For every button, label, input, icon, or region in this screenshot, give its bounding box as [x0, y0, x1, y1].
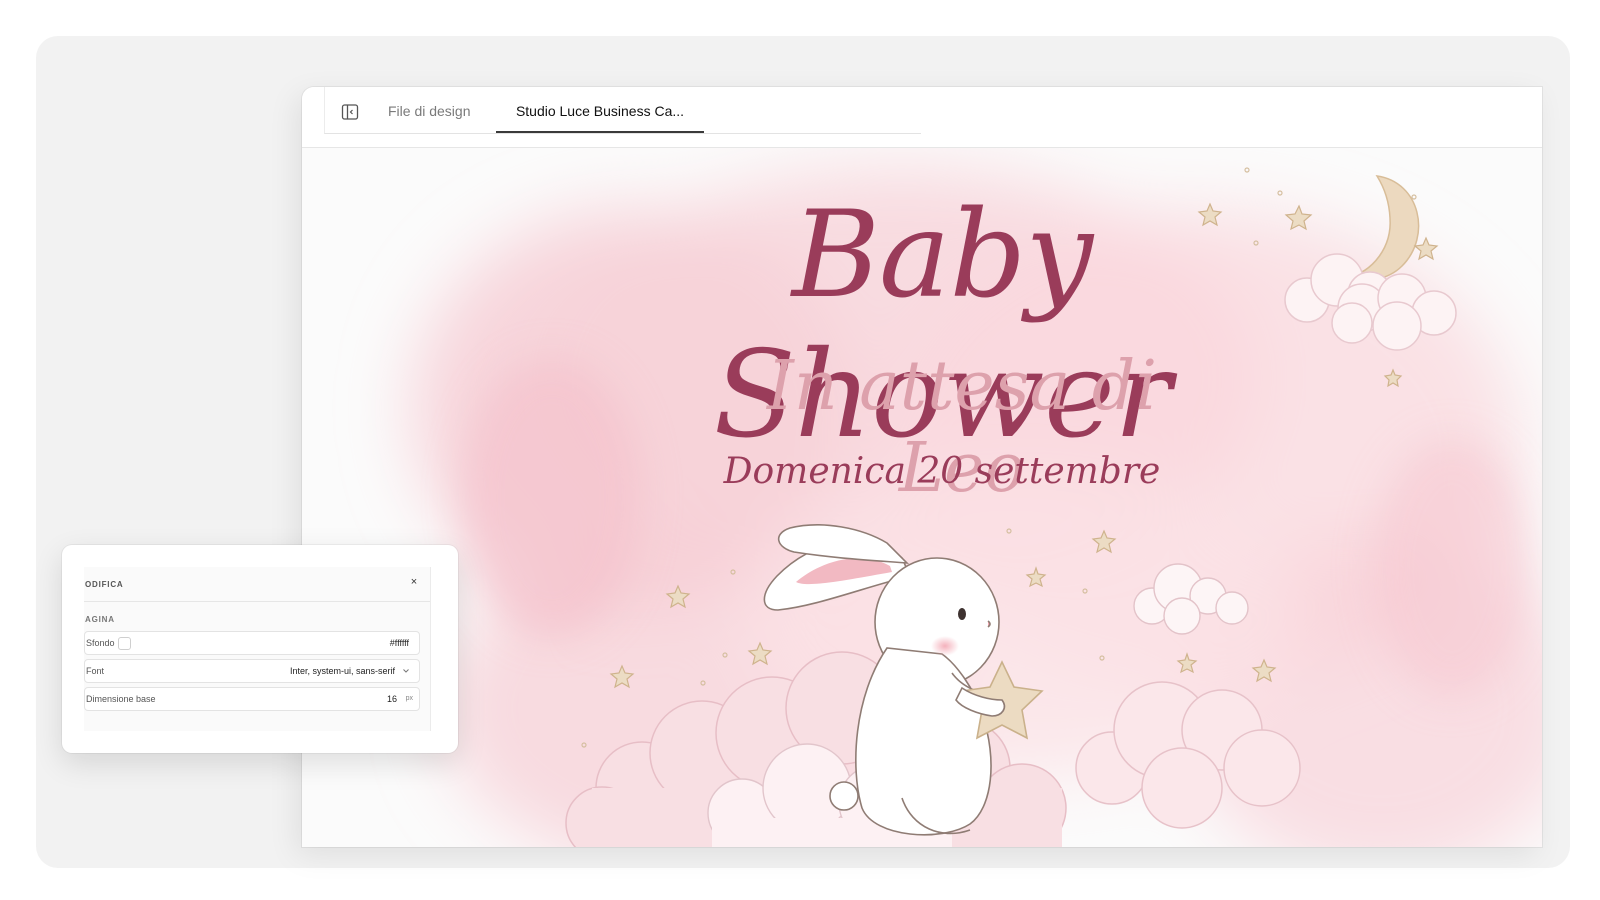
base-size-unit: px — [405, 695, 413, 702]
app-window: File di design Studio Luce Business Ca..… — [302, 87, 1542, 847]
sidebar-toggle-button[interactable] — [341, 103, 359, 121]
chevron-down-icon[interactable] — [402, 667, 410, 675]
design-canvas[interactable]: Baby Shower In attesa di Leo Domenica 20… — [302, 148, 1542, 847]
background-field[interactable]: Sfondo #ffffff — [84, 631, 420, 655]
base-size-field[interactable]: Dimensione base 16 px — [84, 687, 420, 711]
edit-panel-body: ODIFICA × AGINA Sfondo #ffffff Font Inte… — [84, 567, 431, 731]
tab-strip: File di design Studio Luce Business Ca..… — [324, 87, 921, 134]
tab-business-card-label: Studio Luce Business Ca... — [515, 103, 685, 119]
tab-design-files-label: File di design — [388, 103, 471, 119]
invite-date[interactable]: Domenica 20 settembre — [722, 450, 1162, 494]
font-field[interactable]: Font Inter, system-ui, sans-serif — [84, 659, 420, 683]
edit-panel-title: ODIFICA — [85, 580, 124, 589]
background-field-value[interactable]: #ffffff — [390, 638, 409, 648]
tab-bar: File di design Studio Luce Business Ca..… — [302, 87, 1542, 148]
font-field-label: Font — [86, 666, 105, 676]
tab-design-files[interactable]: File di design — [388, 87, 471, 133]
base-size-field-label: Dimensione base — [86, 694, 156, 704]
font-field-value[interactable]: Inter, system-ui, sans-serif — [290, 666, 395, 676]
edit-panel-header: ODIFICA × — [84, 567, 430, 602]
base-size-field-value[interactable]: 16 — [387, 694, 397, 704]
page-section-label: AGINA — [85, 615, 115, 624]
edit-panel: ODIFICA × AGINA Sfondo #ffffff Font Inte… — [62, 545, 458, 753]
background-field-label: Sfondo — [86, 638, 115, 648]
background-color-swatch[interactable] — [118, 637, 131, 650]
tab-business-card[interactable]: Studio Luce Business Ca... — [496, 87, 704, 133]
close-icon[interactable]: × — [407, 575, 421, 589]
sidebar-toggle-icon — [341, 104, 359, 120]
